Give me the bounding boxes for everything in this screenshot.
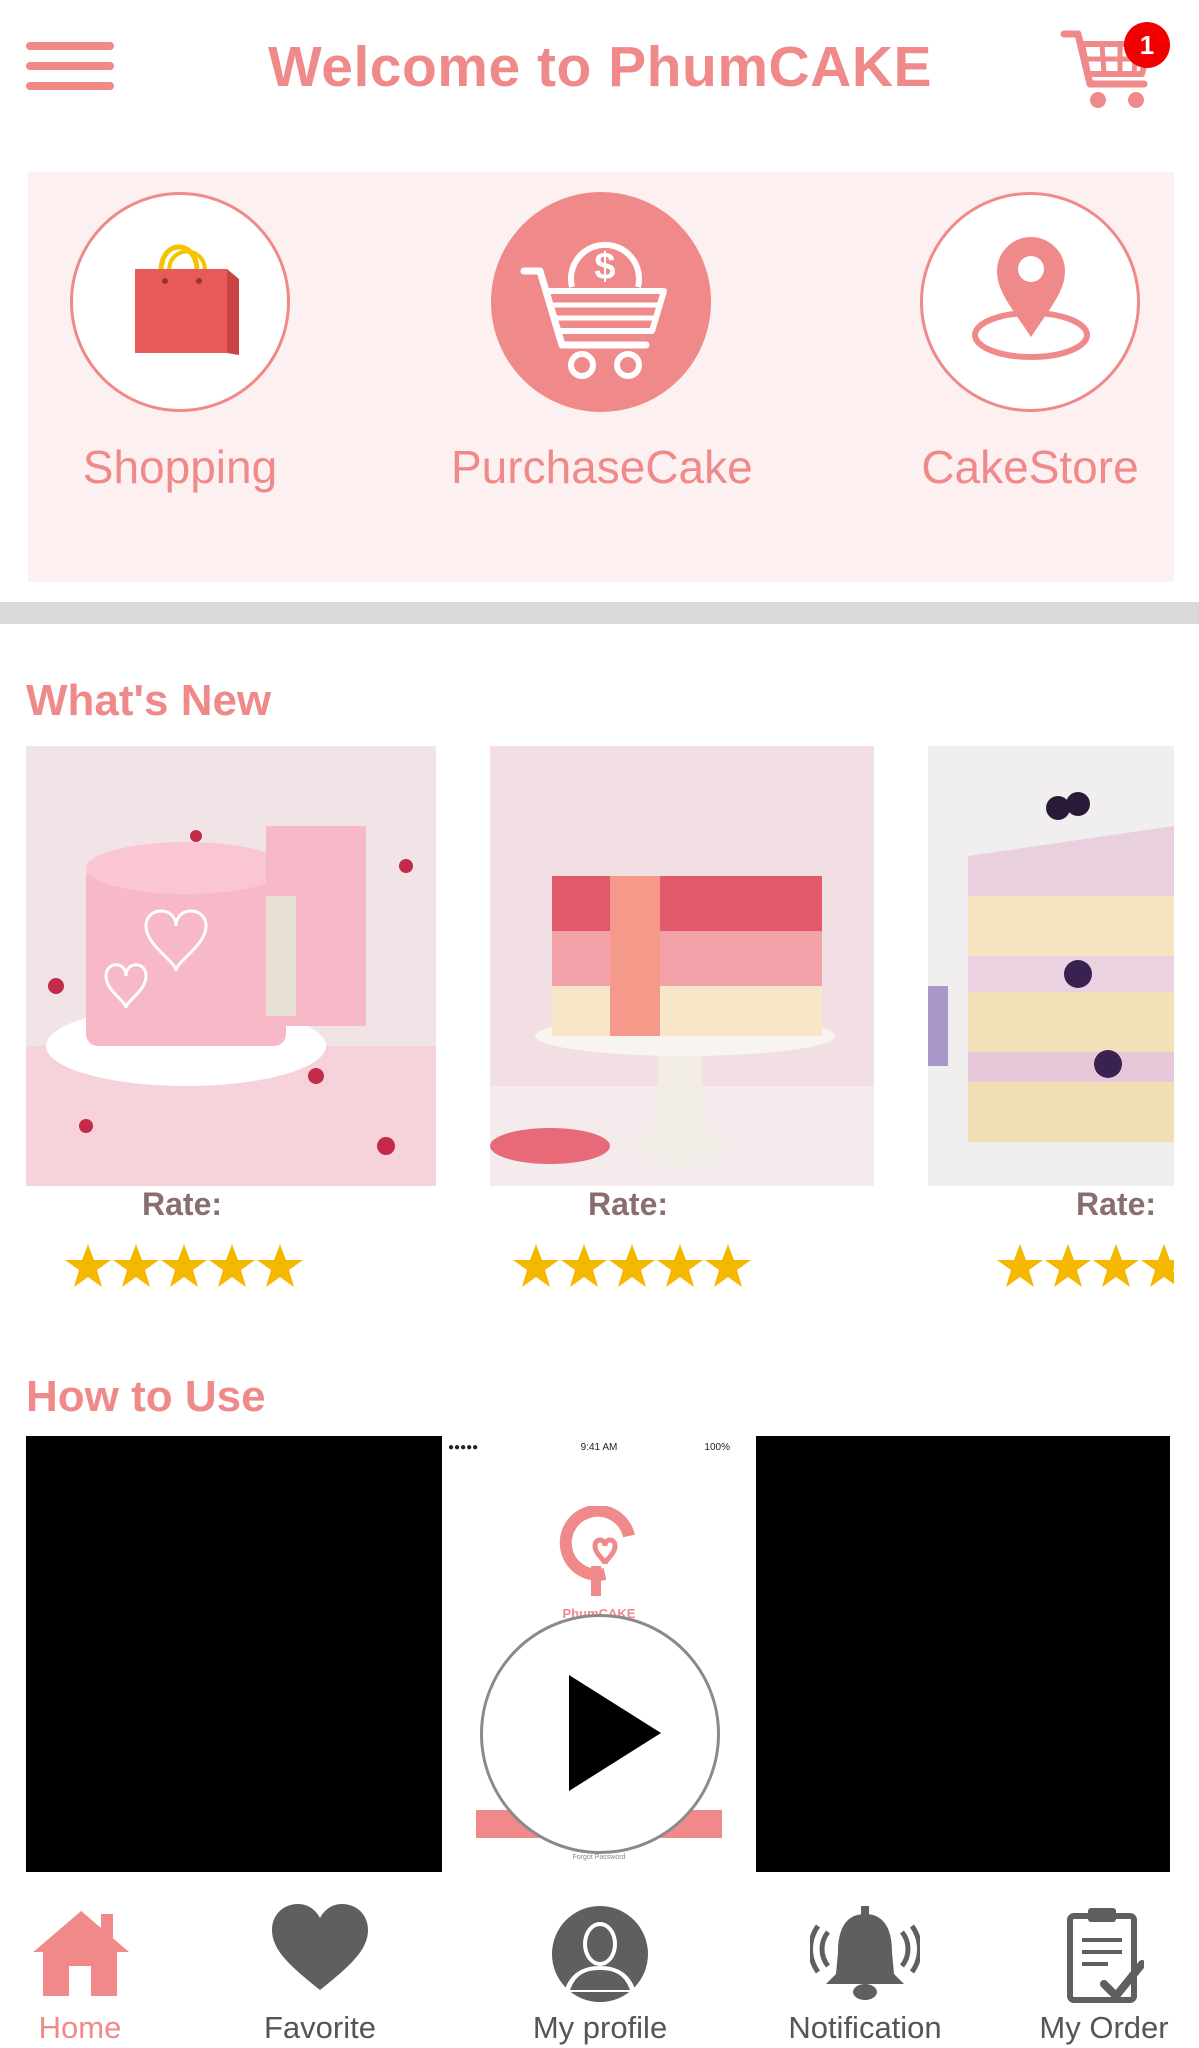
star-icon	[513, 1244, 559, 1287]
nav-my-profile[interactable]: My profile	[520, 1880, 680, 2048]
nav-my-order[interactable]: My Order	[1024, 1880, 1184, 2048]
clipboard-check-icon	[1067, 1908, 1144, 2003]
star-icon	[705, 1244, 751, 1287]
cake-image[interactable]	[26, 746, 436, 1186]
star-rating	[996, 1242, 1174, 1292]
bell-icon	[810, 1906, 920, 2000]
nav-home-label: Home	[38, 2010, 122, 2045]
location-pin-icon	[920, 192, 1140, 412]
cake-card: Rate:	[26, 746, 436, 1306]
nav-my-order-label: My Order	[1039, 2010, 1169, 2045]
nav-home[interactable]: Home	[0, 1880, 160, 2048]
purchase-cake-button[interactable]: $ PurchaseCake	[451, 192, 753, 532]
cake-store-label: CakeStore	[921, 441, 1139, 493]
page-title: Welcome to PhumCAKE	[267, 35, 933, 99]
video-status-bar: ●●●●● 9:41 AM 100%	[442, 1442, 756, 1458]
shopping-button[interactable]: Shopping	[30, 192, 330, 532]
star-icon	[1045, 1244, 1091, 1287]
star-icon	[1093, 1244, 1139, 1287]
profile-icon	[552, 1906, 648, 2002]
shopping-bag-icon	[70, 192, 290, 412]
cart-dollar-icon: $	[491, 192, 711, 412]
star-rating	[512, 1242, 762, 1292]
hamburger-menu-icon[interactable]	[26, 42, 114, 92]
cart-count-badge: 1	[1124, 22, 1170, 68]
rate-label: Rate:	[1076, 1186, 1157, 1222]
cake-store-button[interactable]: CakeStore	[880, 192, 1180, 532]
play-button[interactable]	[480, 1614, 720, 1854]
nav-favorite[interactable]: Favorite	[240, 1880, 400, 2048]
svg-text:$: $	[594, 246, 615, 288]
nav-my-profile-label: My profile	[532, 2010, 668, 2045]
star-icon	[1141, 1244, 1174, 1287]
purchase-cake-label: PurchaseCake	[451, 441, 753, 493]
star-icon	[257, 1244, 303, 1287]
star-icon	[657, 1244, 703, 1287]
section-divider	[0, 602, 1199, 624]
whats-new-title: What's New	[26, 676, 272, 725]
star-rating	[64, 1242, 314, 1292]
how-to-use-title: How to Use	[26, 1372, 266, 1421]
quick-actions-panel: Shopping $ PurchaseCake CakeStore	[28, 172, 1174, 582]
rate-label: Rate:	[142, 1186, 223, 1222]
cake-card: Rate:	[490, 746, 874, 1306]
video-status-battery: 100%	[704, 1442, 730, 1453]
cake-image[interactable]	[490, 746, 874, 1186]
app-header: Welcome to PhumCAKE 1	[0, 0, 1199, 140]
cake-card: Rate:	[928, 746, 1174, 1306]
rate-label: Rate:	[588, 1186, 669, 1222]
nav-notification[interactable]: Notification	[780, 1880, 950, 2048]
cart-button[interactable]: 1	[1060, 22, 1178, 118]
nav-notification-label: Notification	[788, 2010, 942, 2045]
star-icon	[561, 1244, 607, 1287]
nav-favorite-label: Favorite	[264, 2010, 376, 2045]
star-icon	[609, 1244, 655, 1287]
play-icon	[569, 1675, 661, 1791]
heart-icon	[272, 1904, 368, 1990]
star-icon	[209, 1244, 255, 1287]
bottom-navigation: Home Favorite My profile Notification My…	[0, 1880, 1199, 2048]
video-forgot-password: Forgot Password	[572, 1854, 626, 1861]
phumcake-logo-icon	[559, 1506, 635, 1596]
cake-image[interactable]	[928, 746, 1174, 1186]
star-icon	[997, 1244, 1043, 1287]
star-icon	[161, 1244, 207, 1287]
shopping-label: Shopping	[82, 441, 278, 493]
star-icon	[65, 1244, 111, 1287]
star-icon	[113, 1244, 159, 1287]
home-icon	[30, 1908, 129, 1996]
